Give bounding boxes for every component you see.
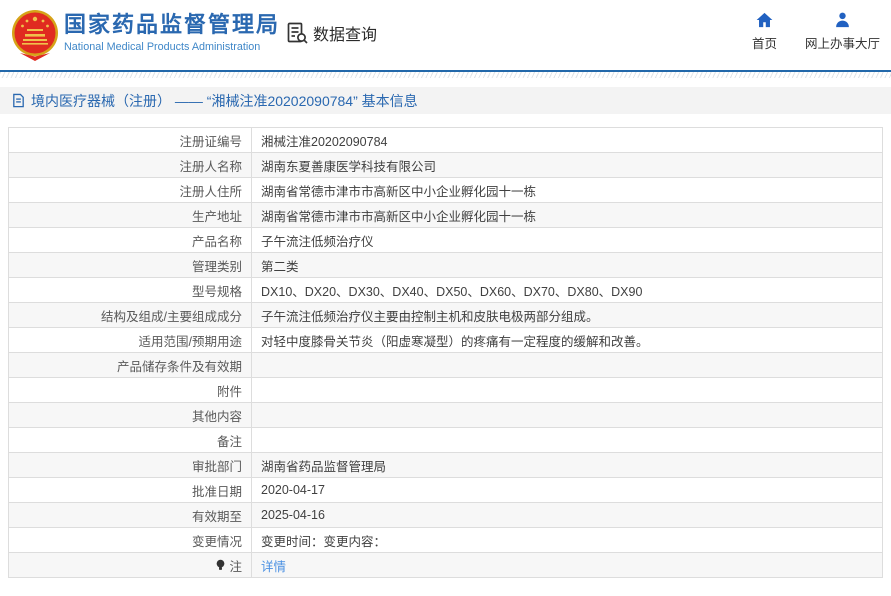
breadcrumb-text: 境内医疗器械（注册） —— “湘械注准20202090784” 基本信息 (31, 92, 418, 109)
row-label: 管理类别 (8, 252, 252, 278)
row-value (251, 352, 883, 378)
breadcrumb: 境内医疗器械（注册） —— “湘械注准20202090784” 基本信息 (0, 87, 891, 114)
org-title-block: 国家药品监督管理局 National Medical Products Admi… (64, 12, 280, 53)
row-label: 批准日期 (8, 477, 252, 503)
row-value: 湖南省药品监督管理局 (251, 452, 883, 478)
header-hatch-stripe (0, 72, 891, 78)
row-label-text: 注 (229, 559, 242, 574)
table-row: 适用范围/预期用途 对轻中度膝骨关节炎（阳虚寒凝型）的疼痛有一定程度的缓解和改善。 (8, 327, 883, 353)
org-name-cn: 国家药品监督管理局 (64, 12, 281, 37)
table-row: 附件 (8, 377, 883, 403)
row-value (251, 402, 883, 428)
nav-home-label: 首页 (751, 37, 777, 51)
registration-info-table: 注册证编号 湘械注准20202090784 注册人名称 湖南东夏善康医学科技有限公司注… (8, 127, 883, 578)
site-header: 国家药品监督管理局 National Medical Products Admi… (0, 0, 891, 70)
document-search-icon (287, 22, 308, 44)
row-label: 适用范围/预期用途 (8, 327, 252, 353)
row-label: 型号规格 (8, 277, 252, 303)
top-nav: 首页 网上办事大厅 (752, 11, 880, 52)
table-row: 产品名称 子午流注低频治疗仪 (8, 227, 883, 253)
row-label: 注册人名称 (8, 152, 252, 178)
row-value: 2025-04-16 (251, 502, 883, 528)
row-value: 第二类 (251, 252, 883, 278)
table-row: 注册人名称 湖南东夏善康医学科技有限公司 (8, 152, 883, 178)
row-value (251, 377, 883, 403)
row-value: 详情 (251, 552, 883, 578)
row-value: 湖南省常德市津市市高新区中小企业孵化园十一栋 (251, 177, 883, 203)
row-label: 注 (8, 552, 252, 578)
table-row: 管理类别 第二类 (8, 252, 883, 278)
home-icon (756, 12, 773, 28)
row-value: 变更时间：变更内容： (251, 527, 883, 553)
data-query-tab[interactable]: 数据查询 (285, 21, 377, 45)
table-row: 型号规格 DX10、DX20、DX30、DX40、DX50、DX60、DX70、D… (8, 277, 883, 303)
row-label: 变更情况 (8, 527, 252, 553)
table-row: 变更情况 变更时间：变更内容： (8, 527, 883, 553)
table-row: 审批部门 湖南省药品监督管理局 (8, 452, 883, 478)
bulb-icon (217, 559, 225, 570)
person-icon (836, 12, 849, 28)
nav-service-hall-label: 网上办事大厅 (804, 37, 880, 51)
table-row: 其他内容 (8, 402, 883, 428)
data-query-label: 数据查询 (313, 27, 378, 44)
row-label: 审批部门 (8, 452, 252, 478)
row-value (251, 427, 883, 453)
table-row: 注册人住所 湖南省常德市津市市高新区中小企业孵化园十一栋 (8, 177, 883, 203)
table-row: 注 详情 (8, 552, 883, 578)
row-label: 其他内容 (8, 402, 252, 428)
table-row: 结构及组成/主要组成成分 子午流注低频治疗仪主要由控制主机和皮肤电极两部分组成。 (8, 302, 883, 328)
table-row: 有效期至 2025-04-16 (8, 502, 883, 528)
nav-service-hall[interactable]: 网上办事大厅 (805, 11, 880, 52)
org-name-en: National Medical Products Administration (64, 41, 261, 54)
row-value: 子午流注低频治疗仪 (251, 227, 883, 253)
table-row: 注册证编号 湘械注准20202090784 (8, 127, 883, 153)
document-icon (13, 93, 24, 108)
table-row: 生产地址 湖南省常德市津市市高新区中小企业孵化园十一栋 (8, 202, 883, 228)
row-value: 子午流注低频治疗仪主要由控制主机和皮肤电极两部分组成。 (251, 302, 883, 328)
row-value: 湘械注准20202090784 (251, 127, 883, 153)
row-value: 对轻中度膝骨关节炎（阳虚寒凝型）的疼痛有一定程度的缓解和改善。 (251, 327, 883, 353)
info-table-body: 注册证编号 湘械注准20202090784 注册人名称 湖南东夏善康医学科技有限公司注… (8, 127, 883, 578)
row-label: 产品名称 (8, 227, 252, 253)
row-label: 有效期至 (8, 502, 252, 528)
row-label: 注册人住所 (8, 177, 252, 203)
table-row: 备注 (8, 427, 883, 453)
national-emblem-logo (12, 10, 58, 61)
row-label: 产品储存条件及有效期 (8, 352, 252, 378)
row-label: 附件 (8, 377, 252, 403)
row-label: 注册证编号 (8, 127, 252, 153)
row-value: DX10、DX20、DX30、DX40、DX50、DX60、DX70、DX80、… (251, 277, 883, 303)
row-value: 湖南省常德市津市市高新区中小企业孵化园十一栋 (251, 202, 883, 228)
table-row: 产品储存条件及有效期 (8, 352, 883, 378)
nav-home[interactable]: 首页 (752, 11, 777, 52)
table-row: 批准日期 2020-04-17 (8, 477, 883, 503)
row-value: 2020-04-17 (251, 477, 883, 503)
details-link[interactable]: 详情 (261, 560, 286, 574)
row-label: 生产地址 (8, 202, 252, 228)
row-label: 备注 (8, 427, 252, 453)
row-value: 湖南东夏善康医学科技有限公司 (251, 152, 883, 178)
row-label: 结构及组成/主要组成成分 (8, 302, 252, 328)
